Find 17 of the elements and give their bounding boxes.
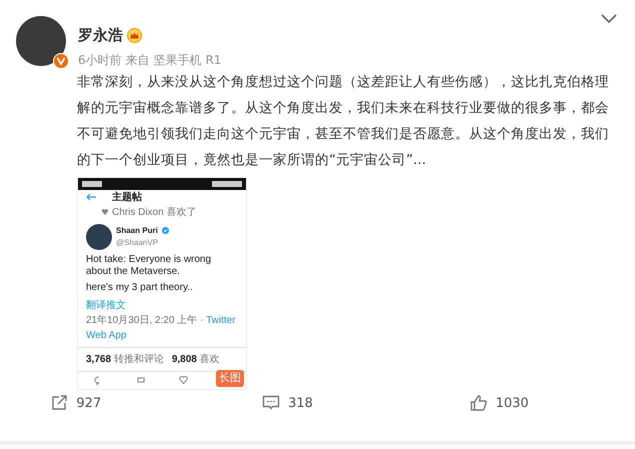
source-label: 来自 <box>126 52 150 68</box>
action-count[interactable]: 927 <box>76 394 102 413</box>
long-image-badge: 长图 <box>216 370 244 386</box>
tweet-text: Hot take: Everyone is wrong about the Metaverse. <box>86 254 212 278</box>
tweet-text: here's my 3 part theory.. <box>86 282 194 294</box>
action-count[interactable]: 318 <box>288 394 313 413</box>
tweet-date: 21年10月30日, 2:20 上午 · Twitter Web App <box>86 314 237 342</box>
embedded-screenshot[interactable]: 主题帖 Chris Dixon 喜欢了 Shaan Puri @ShaanVP Hot take: Everyone is wrong about the Metaverse. here's my 3 part theory.. 翻译推文 21年10月30日, 2:20 上午 · Twitter Web App 3,768 转推和评论 9,808 喜欢 长图 <box>77 176 247 390</box>
tweet-handle: @ShaanVP <box>116 236 159 248</box>
header-title: 主题帖 <box>112 190 142 204</box>
tweet-author-name: Shaan Puri <box>116 224 158 236</box>
tweet-stat: 3,768 转推和评论 <box>86 352 164 366</box>
action-count[interactable]: 1030 <box>496 394 529 413</box>
liked-by-text: Chris Dixon 喜欢了 <box>112 206 196 220</box>
post-text: 非常深刻，从来没从这个角度想过这个问题（这差距让人有些伤感），这比扎克伯格理解的元宇宙概念靠谱多了。从这个角度出发，我们未来在科技行业要做的很多事，都会不可避免地引领我们走向这个元宇宙，甚至不管我们是否愿意。从这个角度出发，我们的下一个创业项目，竟然也是一家所谓的“元宇宙公司”... <box>77 72 610 170</box>
author-name[interactable]: 罗永浩 <box>78 24 123 46</box>
tweet-stat: 9,808 喜欢 <box>172 352 220 366</box>
